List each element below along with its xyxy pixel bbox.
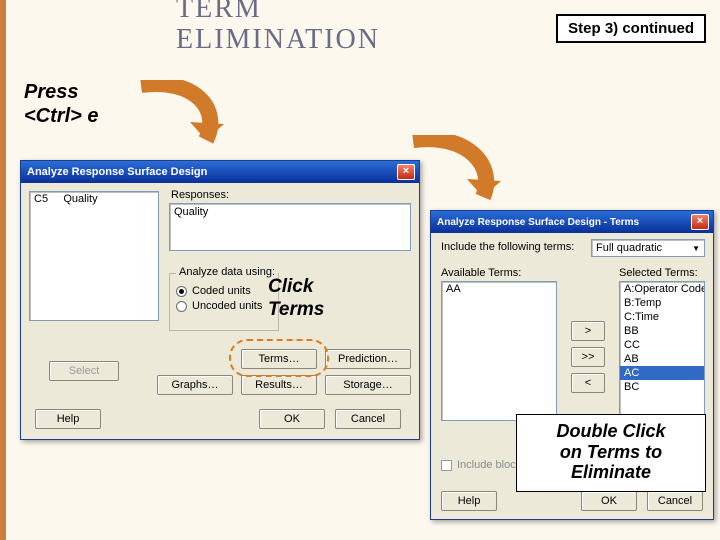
- cancel-button-label: Cancel: [351, 413, 385, 425]
- include-blocks-checkbox[interactable]: Include blocks: [441, 459, 527, 471]
- instr-click-l1: Click: [268, 276, 313, 297]
- list-item[interactable]: BC: [620, 380, 704, 394]
- close-icon[interactable]: ×: [691, 214, 709, 230]
- radio-dot-icon: [176, 286, 187, 297]
- dialog2-title-text: Analyze Response Surface Design - Terms: [437, 217, 639, 228]
- dialog2-titlebar[interactable]: Analyze Response Surface Design - Terms …: [431, 211, 713, 233]
- title-line2: ELIMINATION: [176, 24, 380, 55]
- instr-press: Press <Ctrl> e: [24, 80, 98, 128]
- list-item[interactable]: AC: [620, 366, 704, 380]
- prediction-button[interactable]: Prediction…: [325, 349, 411, 369]
- var-name: Quality: [63, 193, 97, 205]
- step-badge: Step 3) continued: [556, 14, 706, 43]
- list-item[interactable]: BB: [620, 324, 704, 338]
- storage-button[interactable]: Storage…: [325, 375, 411, 395]
- radio-coded[interactable]: Coded units: [176, 285, 272, 297]
- list-item[interactable]: AB: [620, 352, 704, 366]
- results-button-label: Results…: [255, 379, 303, 391]
- list-item[interactable]: C:Time: [620, 310, 704, 324]
- ok-button-label: OK: [284, 413, 300, 425]
- instr-double-click: Double Click on Terms to Eliminate: [516, 414, 706, 492]
- cancel-button[interactable]: Cancel: [647, 491, 703, 511]
- radio-uncoded[interactable]: Uncoded units: [176, 300, 272, 312]
- instr-double-l2: on Terms to: [560, 442, 662, 462]
- help-button-label: Help: [57, 413, 80, 425]
- list-item[interactable]: C5 Quality: [30, 192, 158, 206]
- instr-double-l3: Eliminate: [571, 462, 651, 482]
- instr-click-l2: Terms: [268, 299, 324, 320]
- var-col: C5: [34, 193, 48, 205]
- instr-click-terms: Click Terms: [268, 276, 324, 322]
- arrow-left-icon: <: [585, 377, 591, 389]
- instr-press-l1: Press: [24, 81, 79, 103]
- ok-button[interactable]: OK: [259, 409, 325, 429]
- chevron-down-icon: ▼: [692, 244, 700, 253]
- arrow-double-right-icon: >>: [582, 351, 595, 363]
- arrow-right-icon: >: [585, 325, 591, 337]
- list-item[interactable]: A:Operator Code: [620, 282, 704, 296]
- dialog1-title-text: Analyze Response Surface Design: [27, 166, 207, 178]
- dialog1-titlebar[interactable]: Analyze Response Surface Design ×: [21, 161, 419, 183]
- available-label: Available Terms:: [441, 267, 521, 279]
- highlight-circle-icon: [229, 339, 329, 377]
- page-title: TERM ELIMINATION: [176, 0, 380, 56]
- close-icon[interactable]: ×: [397, 164, 415, 180]
- graphs-button[interactable]: Graphs…: [157, 375, 233, 395]
- analyze-label: Analyze data using:: [176, 266, 278, 278]
- prediction-button-label: Prediction…: [338, 353, 398, 365]
- responses-field[interactable]: Quality: [169, 203, 411, 251]
- help-button-label: Help: [458, 495, 481, 507]
- cancel-button-label: Cancel: [658, 495, 692, 507]
- include-dropdown[interactable]: Full quadratic ▼: [591, 239, 705, 257]
- list-item[interactable]: AA: [442, 282, 556, 296]
- move-right-all-button[interactable]: >>: [571, 347, 605, 367]
- dialog1-varlist[interactable]: C5 Quality: [29, 191, 159, 321]
- storage-button-label: Storage…: [343, 379, 393, 391]
- list-item[interactable]: B:Temp: [620, 296, 704, 310]
- available-terms-list[interactable]: AA: [441, 281, 557, 421]
- ok-button[interactable]: OK: [581, 491, 637, 511]
- responses-label: Responses:: [171, 189, 229, 201]
- help-button[interactable]: Help: [441, 491, 497, 511]
- select-button-label: Select: [69, 365, 100, 377]
- arrow-1-icon: [126, 80, 236, 170]
- graphs-button-label: Graphs…: [171, 379, 218, 391]
- help-button[interactable]: Help: [35, 409, 101, 429]
- title-line1: TERM: [176, 0, 262, 24]
- select-button: Select: [49, 361, 119, 381]
- include-value: Full quadratic: [596, 242, 662, 254]
- instr-press-l2: <Ctrl> e: [24, 105, 98, 127]
- instr-double-l1: Double Click: [556, 421, 665, 441]
- responses-value: Quality: [174, 206, 208, 218]
- selected-terms-list[interactable]: A:Operator CodeB:TempC:TimeBBCCABACBC: [619, 281, 705, 421]
- radio-coded-label: Coded units: [192, 285, 251, 297]
- cancel-button[interactable]: Cancel: [335, 409, 401, 429]
- checkbox-icon: [441, 460, 452, 471]
- radio-uncoded-label: Uncoded units: [192, 300, 262, 312]
- ok-button-label: OK: [601, 495, 617, 507]
- responses-group: Responses: Quality: [169, 195, 413, 259]
- include-label: Include the following terms:: [441, 241, 574, 253]
- list-item[interactable]: CC: [620, 338, 704, 352]
- selected-label: Selected Terms:: [619, 267, 698, 279]
- results-button[interactable]: Results…: [241, 375, 317, 395]
- move-right-button[interactable]: >: [571, 321, 605, 341]
- dialog-analyze-response-surface: Analyze Response Surface Design × C5 Qua…: [20, 160, 420, 440]
- radio-dot-icon: [176, 301, 187, 312]
- move-left-button[interactable]: <: [571, 373, 605, 393]
- analyze-group: Analyze data using: Coded units Uncoded …: [169, 273, 279, 331]
